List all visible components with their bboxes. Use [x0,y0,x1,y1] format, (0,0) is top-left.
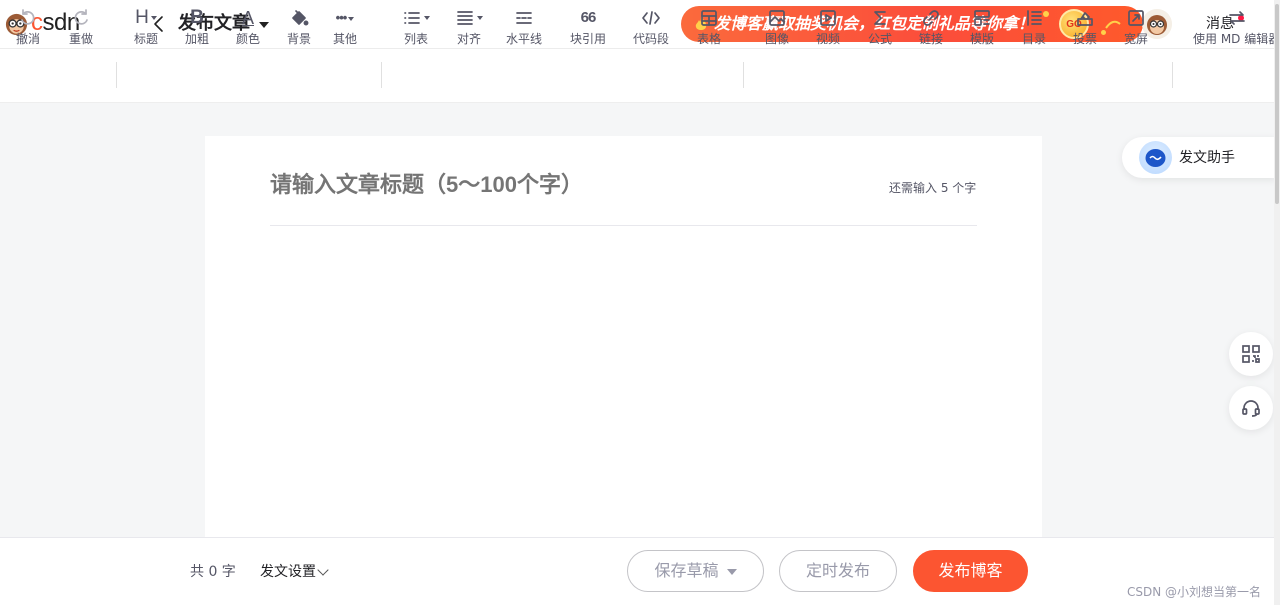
page-scrollbar-thumb[interactable] [1275,4,1279,204]
headset-icon [1242,400,1260,417]
code-block-button[interactable]: 代码段 [633,8,669,50]
bottom-action-bar: 共 0 字 发文设置 保存草稿 定时发布 发布博客 [0,537,1274,605]
bold-icon: B [190,7,204,28]
editor-paper: 还需输入 5 个字 [205,136,1042,546]
caret-down-icon[interactable] [259,22,269,28]
formula-button[interactable]: 公式 [868,8,892,50]
scheduled-publish-button[interactable]: 定时发布 [779,550,897,592]
md-editor-button[interactable]: 使用 MD 编辑器 [1193,8,1280,50]
title-remaining-hint: 还需输入 5 个字 [889,181,977,195]
title-divider [270,225,977,226]
align-icon [457,11,473,25]
list-button[interactable]: 列表 [402,8,430,50]
caret-down-icon[interactable] [726,568,737,575]
template-label: 模版 [970,32,995,46]
widescreen-label: 宽屏 [1124,32,1149,46]
other-label: 其他 [333,32,358,46]
font-color-button[interactable]: A 颜色 [236,8,260,50]
customer-service-button[interactable] [1229,386,1273,430]
link-button[interactable]: 链接 [919,8,943,50]
bold-button[interactable]: B 加粗 [185,8,209,50]
more-icon: ••• [336,8,355,28]
vote-label: 投票 [1073,32,1098,46]
template-icon [974,10,990,26]
table-label: 表格 [697,32,722,46]
quote-icon: 66 [580,9,597,26]
code-icon [642,11,660,25]
link-icon [923,10,939,26]
toc-icon [1027,10,1042,26]
editor-toolbar [0,48,1280,103]
toolbar-divider [1172,62,1173,88]
writing-assistant-button[interactable]: 发文助手 [1122,137,1276,178]
table-button[interactable]: 表格 [697,8,721,50]
qrcode-button[interactable] [1229,332,1273,376]
assistant-label: 发文助手 [1179,150,1235,166]
background-color-button[interactable]: 背景 [287,8,311,50]
video-icon [820,10,836,26]
article-body-editor[interactable] [270,236,977,536]
heading-button[interactable]: H 标题 [134,8,158,50]
save-draft-button[interactable]: 保存草稿 [627,550,764,592]
template-button[interactable]: 模版 [970,8,994,50]
article-title-input[interactable] [270,168,850,202]
toc-button[interactable]: 目录 [1022,8,1046,50]
publish-settings-toggle[interactable]: 发文设置 [260,563,316,581]
video-button[interactable]: 视频 [816,8,840,50]
background-color-label: 背景 [287,32,312,46]
switch-icon [1228,11,1245,25]
horizontal-rule-icon [516,12,532,24]
font-color-icon: A [242,8,255,28]
redo-label: 重做 [69,32,94,46]
undo-label: 撤消 [16,32,41,46]
assistant-icon [1139,141,1172,174]
sigma-icon [874,11,886,25]
vote-button[interactable]: 投票 [1073,8,1097,50]
image-icon [769,10,785,26]
blockquote-button[interactable]: 66 块引用 [570,8,606,50]
redo-button[interactable]: 重做 [69,8,93,50]
horizontal-rule-label: 水平线 [506,32,543,46]
widescreen-button[interactable]: 宽屏 [1124,8,1148,50]
blockquote-label: 块引用 [570,32,607,46]
font-color-label: 颜色 [236,32,261,46]
toolbar-divider [381,62,382,88]
save-draft-label: 保存草稿 [654,561,719,580]
paint-bucket-icon [292,10,309,26]
expand-icon [1128,10,1144,26]
image-label: 图像 [765,32,790,46]
heading-glyph: H [135,7,149,28]
bold-label: 加粗 [185,32,210,46]
qrcode-icon [1242,345,1260,363]
word-count: 共 0 字 [190,564,236,580]
video-label: 视频 [816,32,841,46]
align-button[interactable]: 对齐 [455,8,483,50]
toc-label: 目录 [1022,32,1047,46]
list-icon [404,12,420,24]
redo-icon [74,9,88,25]
link-label: 链接 [919,32,944,46]
undo-icon [21,9,35,25]
horizontal-rule-button[interactable]: 水平线 [506,8,542,50]
publish-blog-button[interactable]: 发布博客 [913,550,1028,592]
code-block-label: 代码段 [633,32,670,46]
list-label: 列表 [403,32,428,46]
vote-icon [1077,12,1093,26]
other-button[interactable]: ••• 其他 [333,8,357,50]
md-editor-label: 使用 MD 编辑器 [1193,32,1280,46]
other-glyph: ••• [335,10,348,25]
ribbon-icon [1105,20,1121,29]
chevron-down-icon[interactable] [317,564,329,576]
heading-label: 标题 [134,32,159,46]
watermark: CSDN @小刘想当第一名 [1127,585,1262,599]
align-label: 对齐 [456,32,481,46]
heading-icon: H [135,8,157,28]
image-button[interactable]: 图像 [765,8,789,50]
table-icon [701,10,717,26]
toolbar-divider [743,62,744,88]
formula-label: 公式 [868,32,893,46]
undo-button[interactable]: 撤消 [16,8,40,50]
toolbar-divider [116,62,117,88]
